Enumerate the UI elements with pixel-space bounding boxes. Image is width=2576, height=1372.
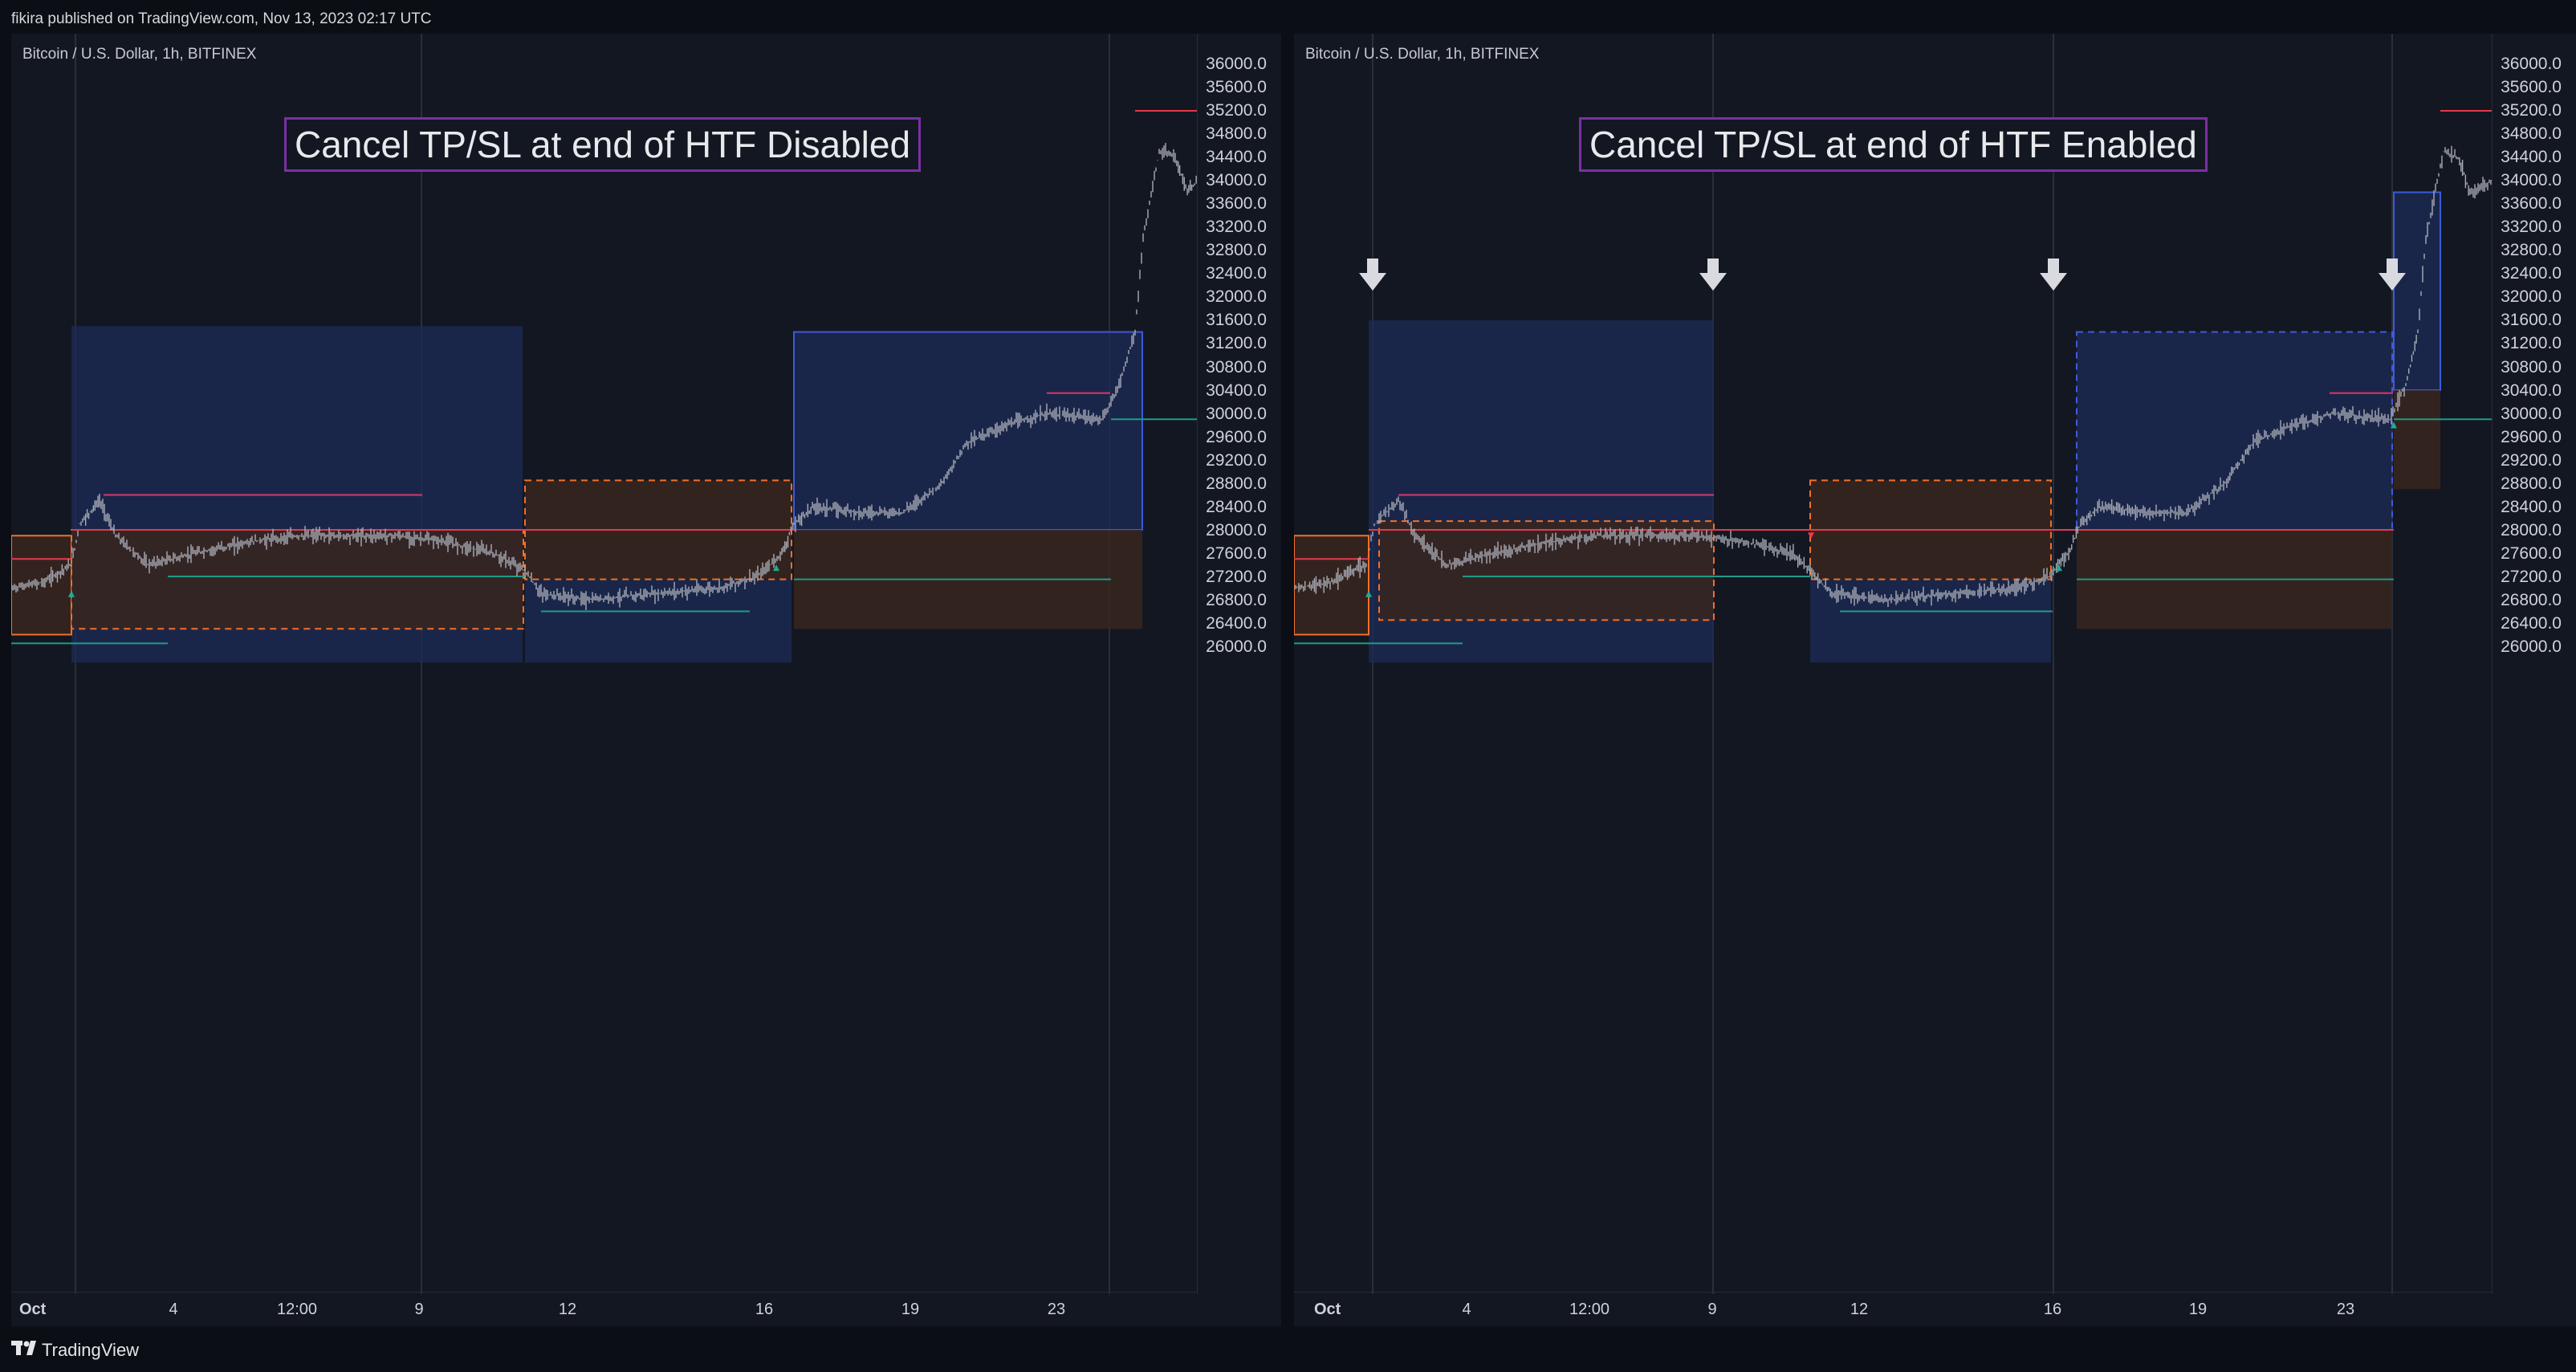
price-tick-label: 30800.0 bbox=[1206, 357, 1267, 377]
time-tick-label: 16 bbox=[755, 1301, 774, 1318]
price-axis[interactable]: 36000.0 35600.0 35200.0 34800.0 34400.0 34000… bbox=[2492, 34, 2576, 1294]
price-tick-label: 28000.0 bbox=[1206, 520, 1267, 539]
price-tick-label: 28800.0 bbox=[1206, 474, 1267, 493]
price-tick-label: 31600.0 bbox=[1206, 311, 1267, 330]
price-tick-label: 33600.0 bbox=[1206, 194, 1267, 214]
price-tick-label: 30000.0 bbox=[2501, 404, 2562, 423]
banner-label: Cancel TP/SL at end of HTF Enabled bbox=[1579, 117, 2208, 172]
price-tick-label: 28400.0 bbox=[1206, 497, 1267, 516]
price-tick-label: 30800.0 bbox=[2501, 357, 2562, 377]
footer-brand: TradingView bbox=[42, 1340, 140, 1360]
price-tick-label: 28400.0 bbox=[2501, 497, 2562, 516]
price-tick-label: 32000.0 bbox=[1206, 287, 1267, 307]
time-tick-label: 9 bbox=[1707, 1301, 1717, 1318]
time-tick-label: 4 bbox=[169, 1301, 178, 1318]
price-tick-label: 36000.0 bbox=[2501, 55, 2562, 73]
down-arrow-icon bbox=[1699, 259, 1727, 291]
price-chart-left[interactable] bbox=[11, 34, 1198, 1294]
price-tick-label: 31200.0 bbox=[2501, 334, 2562, 353]
stop-zone-box bbox=[2394, 390, 2440, 490]
price-tick-label: 32400.0 bbox=[2501, 264, 2562, 283]
price-tick-label: 29200.0 bbox=[1206, 450, 1267, 470]
down-arrow-icon bbox=[2379, 259, 2406, 291]
price-tick-label: 26000.0 bbox=[1206, 637, 1267, 656]
chart-panel-left[interactable]: Bitcoin / U.S. Dollar, 1h, BITFINEX Canc… bbox=[11, 34, 1281, 1326]
price-tick-label: 30000.0 bbox=[1206, 404, 1267, 423]
down-arrow-icon bbox=[2040, 259, 2067, 291]
publish-bar: fikira published on TradingView.com, Nov… bbox=[0, 0, 2576, 34]
price-tick-label: 31600.0 bbox=[2501, 311, 2562, 330]
chart-panel-right[interactable]: Bitcoin / U.S. Dollar, 1h, BITFINEX Canc… bbox=[1294, 34, 2576, 1326]
target-zone-box bbox=[2393, 191, 2441, 391]
price-tick-label: 34400.0 bbox=[2501, 148, 2562, 167]
price-tick-label: 29600.0 bbox=[2501, 427, 2562, 446]
price-axis[interactable]: 36000.0 35600.0 35200.0 34800.0 34400.0 34000… bbox=[1197, 34, 1281, 1294]
price-chart-right[interactable] bbox=[1294, 34, 2493, 1294]
price-tick-label: 34000.0 bbox=[1206, 171, 1267, 190]
target-zone-box bbox=[2076, 331, 2393, 531]
time-axis[interactable]: Oct 4 12:00 9 12 16 19 23 bbox=[11, 1292, 1198, 1326]
price-tick-label: 34800.0 bbox=[2501, 124, 2562, 144]
price-tick-label: 33200.0 bbox=[2501, 218, 2562, 237]
price-tick-label: 30400.0 bbox=[1206, 381, 1267, 400]
time-tick-label: 23 bbox=[2336, 1301, 2355, 1318]
target-zone-box bbox=[793, 331, 1143, 531]
footer: TradingView bbox=[0, 1326, 2576, 1372]
price-tick-label: 36000.0 bbox=[1206, 55, 1267, 73]
price-tick-label: 30400.0 bbox=[2501, 381, 2562, 400]
time-tick-label: 12:00 bbox=[1569, 1301, 1610, 1318]
price-tick-label: 33600.0 bbox=[2501, 194, 2562, 214]
time-tick-label: 19 bbox=[901, 1301, 920, 1318]
time-tick-label: 16 bbox=[2043, 1301, 2062, 1318]
price-tick-label: 26800.0 bbox=[1206, 590, 1267, 609]
time-tick-label: 9 bbox=[414, 1301, 424, 1318]
symbol-title[interactable]: Bitcoin / U.S. Dollar, 1h, BITFINEX bbox=[22, 46, 256, 63]
time-tick-label: Oct bbox=[19, 1301, 47, 1318]
price-tick-label: 32800.0 bbox=[1206, 241, 1267, 260]
symbol-title[interactable]: Bitcoin / U.S. Dollar, 1h, BITFINEX bbox=[1305, 46, 1539, 63]
price-tick-label: 35200.0 bbox=[2501, 101, 2562, 120]
price-tick-label: 32000.0 bbox=[2501, 287, 2562, 307]
down-arrow-icon bbox=[1359, 259, 1386, 291]
time-tick-label: 12:00 bbox=[276, 1301, 318, 1318]
price-tick-label: 34400.0 bbox=[1206, 148, 1267, 167]
price-tick-label: 26800.0 bbox=[2501, 590, 2562, 609]
price-tick-label: 27200.0 bbox=[1206, 567, 1267, 586]
price-tick-label: 29600.0 bbox=[1206, 427, 1267, 446]
price-tick-label: 35200.0 bbox=[1206, 101, 1267, 120]
price-tick-label: 26000.0 bbox=[2501, 637, 2562, 656]
time-tick-label: 12 bbox=[558, 1301, 577, 1318]
price-tick-label: 27600.0 bbox=[2501, 544, 2562, 563]
publish-note: fikira published on TradingView.com, Nov… bbox=[11, 10, 432, 27]
price-tick-label: 34000.0 bbox=[2501, 171, 2562, 190]
price-tick-label: 34800.0 bbox=[1206, 124, 1267, 144]
price-tick-label: 26400.0 bbox=[1206, 613, 1267, 633]
time-axis[interactable]: Oct 4 12:00 9 12 16 19 23 bbox=[1294, 1292, 2493, 1326]
price-tick-label: 33200.0 bbox=[1206, 218, 1267, 237]
time-tick-label: 23 bbox=[1047, 1301, 1066, 1318]
tradingview-logo-icon bbox=[11, 1341, 36, 1355]
price-tick-label: 27600.0 bbox=[1206, 544, 1267, 563]
banner-label: Cancel TP/SL at end of HTF Disabled bbox=[284, 117, 922, 172]
price-tick-label: 35600.0 bbox=[1206, 78, 1267, 97]
price-tick-label: 35600.0 bbox=[2501, 78, 2562, 97]
price-tick-label: 32400.0 bbox=[1206, 264, 1267, 283]
price-tick-label: 28800.0 bbox=[2501, 474, 2562, 493]
time-tick-label: Oct bbox=[1314, 1301, 1341, 1318]
time-tick-label: 19 bbox=[2188, 1301, 2208, 1318]
price-tick-label: 27200.0 bbox=[2501, 567, 2562, 586]
time-tick-label: 4 bbox=[1462, 1301, 1471, 1318]
price-tick-label: 28000.0 bbox=[2501, 520, 2562, 539]
price-tick-label: 32800.0 bbox=[2501, 241, 2562, 260]
price-tick-label: 31200.0 bbox=[1206, 334, 1267, 353]
price-tick-label: 26400.0 bbox=[2501, 613, 2562, 633]
time-tick-label: 12 bbox=[1850, 1301, 1869, 1318]
price-tick-label: 29200.0 bbox=[2501, 450, 2562, 470]
